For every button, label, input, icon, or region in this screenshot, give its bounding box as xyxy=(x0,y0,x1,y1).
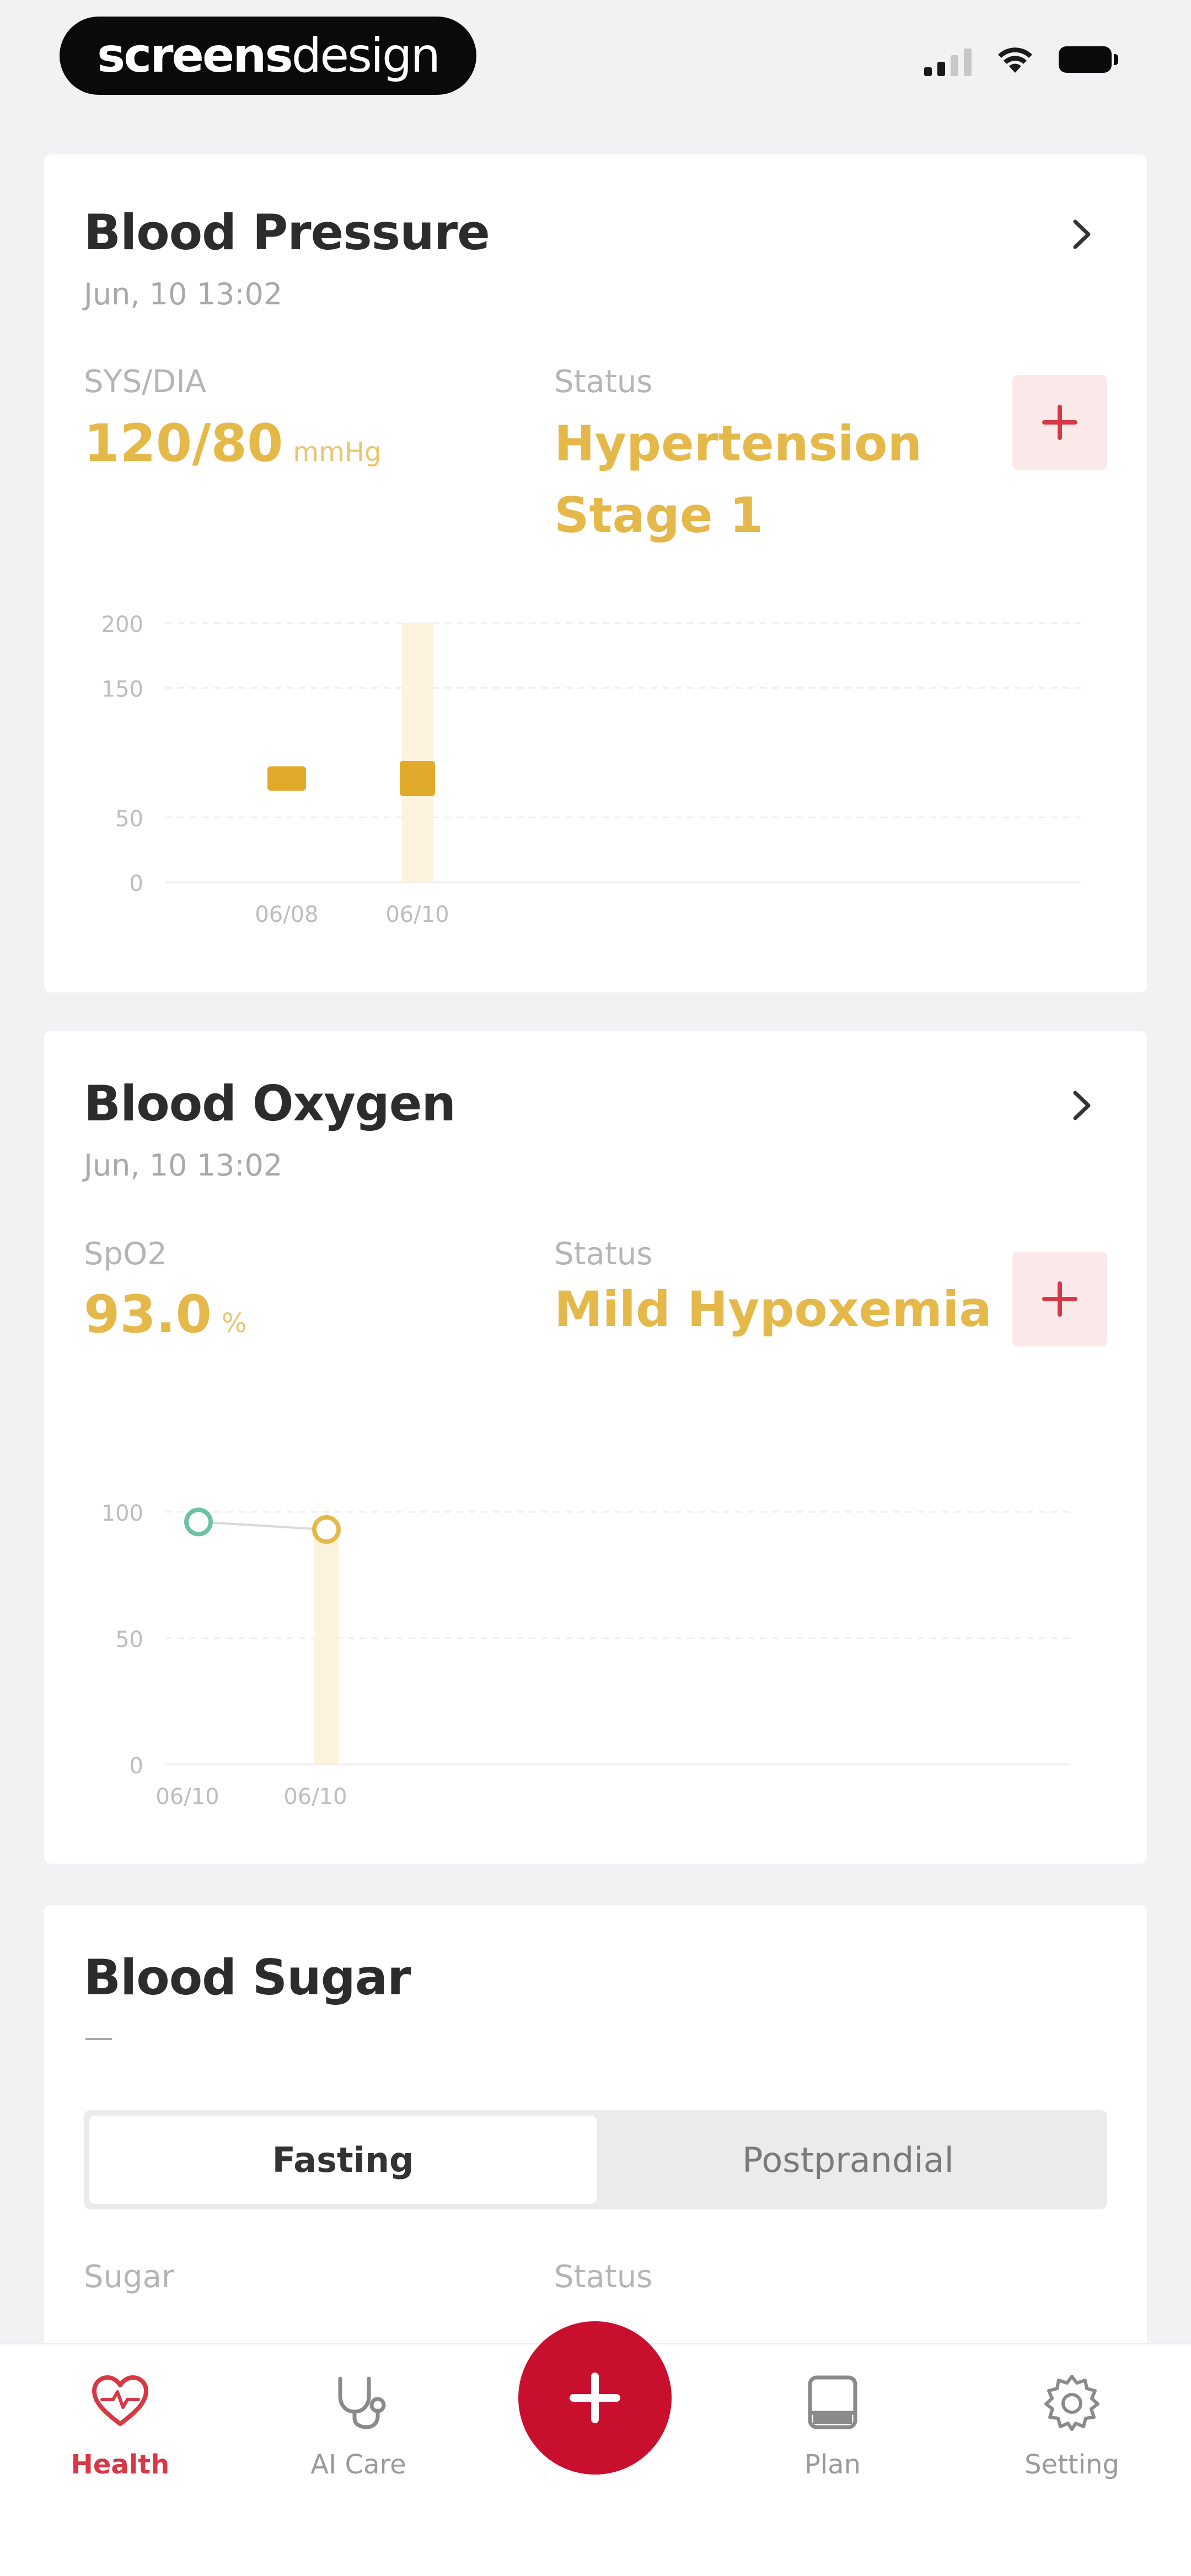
brand-logo-light: design xyxy=(291,28,441,83)
y-tick-label: 0 xyxy=(130,871,143,897)
wifi-icon xyxy=(998,47,1032,73)
metric-number: 93.0 xyxy=(84,1285,212,1345)
x-tick-label: 06/10 xyxy=(385,902,449,927)
y-tick-label: 50 xyxy=(115,807,143,832)
status-label: Status xyxy=(554,1236,653,1272)
highlight-band xyxy=(402,623,433,882)
plan-icon xyxy=(808,2375,857,2429)
x-tick-label: 06/08 xyxy=(255,902,318,927)
y-tick-label: 100 xyxy=(101,1501,143,1526)
spo2-point xyxy=(312,1515,341,1544)
y-tick-label: 200 xyxy=(101,612,143,637)
gear-icon xyxy=(1044,2375,1099,2431)
meal-segmented-control: Fasting Postprandial xyxy=(84,2110,1107,2209)
metric-label: SpO2 xyxy=(84,1236,167,1272)
tab-label: Setting xyxy=(1024,2449,1119,2480)
battery-icon xyxy=(1059,46,1119,73)
y-tick-label: 50 xyxy=(115,1627,143,1652)
bp-range-bar xyxy=(267,766,306,791)
card-title: Blood Pressure xyxy=(84,204,490,261)
card-title: Blood Oxygen xyxy=(84,1075,456,1132)
metric-unit: mmHg xyxy=(293,437,382,468)
add-record-fab[interactable] xyxy=(518,2321,672,2475)
x-tick-label: 06/10 xyxy=(283,1784,347,1810)
metric-value: 93.0% xyxy=(84,1285,247,1345)
metric-label: SYS/DIA xyxy=(84,364,207,400)
y-tick-label: 150 xyxy=(101,677,143,702)
add-reading-button[interactable] xyxy=(1012,375,1107,470)
card-date: Jun, 10 13:02 xyxy=(84,1148,283,1183)
add-reading-button[interactable] xyxy=(1012,1252,1107,1346)
card-date: — xyxy=(84,2020,114,2054)
blood-pressure-chart: 200 150 50 0 06/08 06/10 xyxy=(101,612,1081,927)
blood-oxygen-chart: 100 50 0 06/10 06/10 xyxy=(101,1501,1070,1810)
blood-pressure-card[interactable]: Blood Pressure Jun, 10 13:02 SYS/DIA 120… xyxy=(44,154,1147,992)
segment-postprandial[interactable]: Postprandial xyxy=(594,2116,1102,2204)
status-line-1: Hypertension xyxy=(554,415,922,472)
metric-value: 120/80 mmHg xyxy=(84,414,381,474)
status-value: Mild Hypoxemia xyxy=(554,1281,992,1338)
tab-label: Health xyxy=(71,2449,170,2480)
highlight-band xyxy=(314,1530,339,1764)
bp-range-bar xyxy=(400,761,435,796)
card-date: Jun, 10 13:02 xyxy=(84,277,283,312)
status-bar: screens design xyxy=(0,0,1191,138)
chevron-right-icon[interactable] xyxy=(1062,1086,1101,1125)
tab-label: Plan xyxy=(804,2449,861,2480)
status-label: Status xyxy=(554,364,653,400)
y-tick-label: 0 xyxy=(130,1753,143,1779)
blood-oxygen-card[interactable]: Blood Oxygen Jun, 10 13:02 SpO2 93.0% St… xyxy=(44,1031,1147,1864)
status-value: Hypertension Stage 1 xyxy=(554,408,922,551)
metric-label: Sugar xyxy=(84,2259,174,2295)
chevron-right-icon[interactable] xyxy=(1062,215,1101,254)
metric-number: 120/80 xyxy=(84,414,283,474)
status-label: Status xyxy=(554,2259,653,2295)
heart-icon xyxy=(92,2375,148,2426)
brand-logo: screens design xyxy=(60,17,476,95)
stethoscope-icon xyxy=(338,2376,386,2429)
cellular-signal-icon xyxy=(924,43,972,76)
plus-icon xyxy=(1042,1281,1077,1317)
x-tick-label: 06/10 xyxy=(155,1784,219,1810)
brand-logo-strong: screens xyxy=(97,28,293,83)
series-line xyxy=(198,1521,327,1531)
plus-icon xyxy=(570,2373,620,2423)
plus-icon xyxy=(1042,405,1077,440)
card-title: Blood Sugar xyxy=(84,1949,411,2006)
spo2-point xyxy=(184,1507,213,1537)
metric-unit: % xyxy=(221,1308,247,1339)
tab-label: AI Care xyxy=(310,2449,406,2480)
segment-fasting[interactable]: Fasting xyxy=(89,2116,597,2204)
status-line-2: Stage 1 xyxy=(554,487,764,544)
